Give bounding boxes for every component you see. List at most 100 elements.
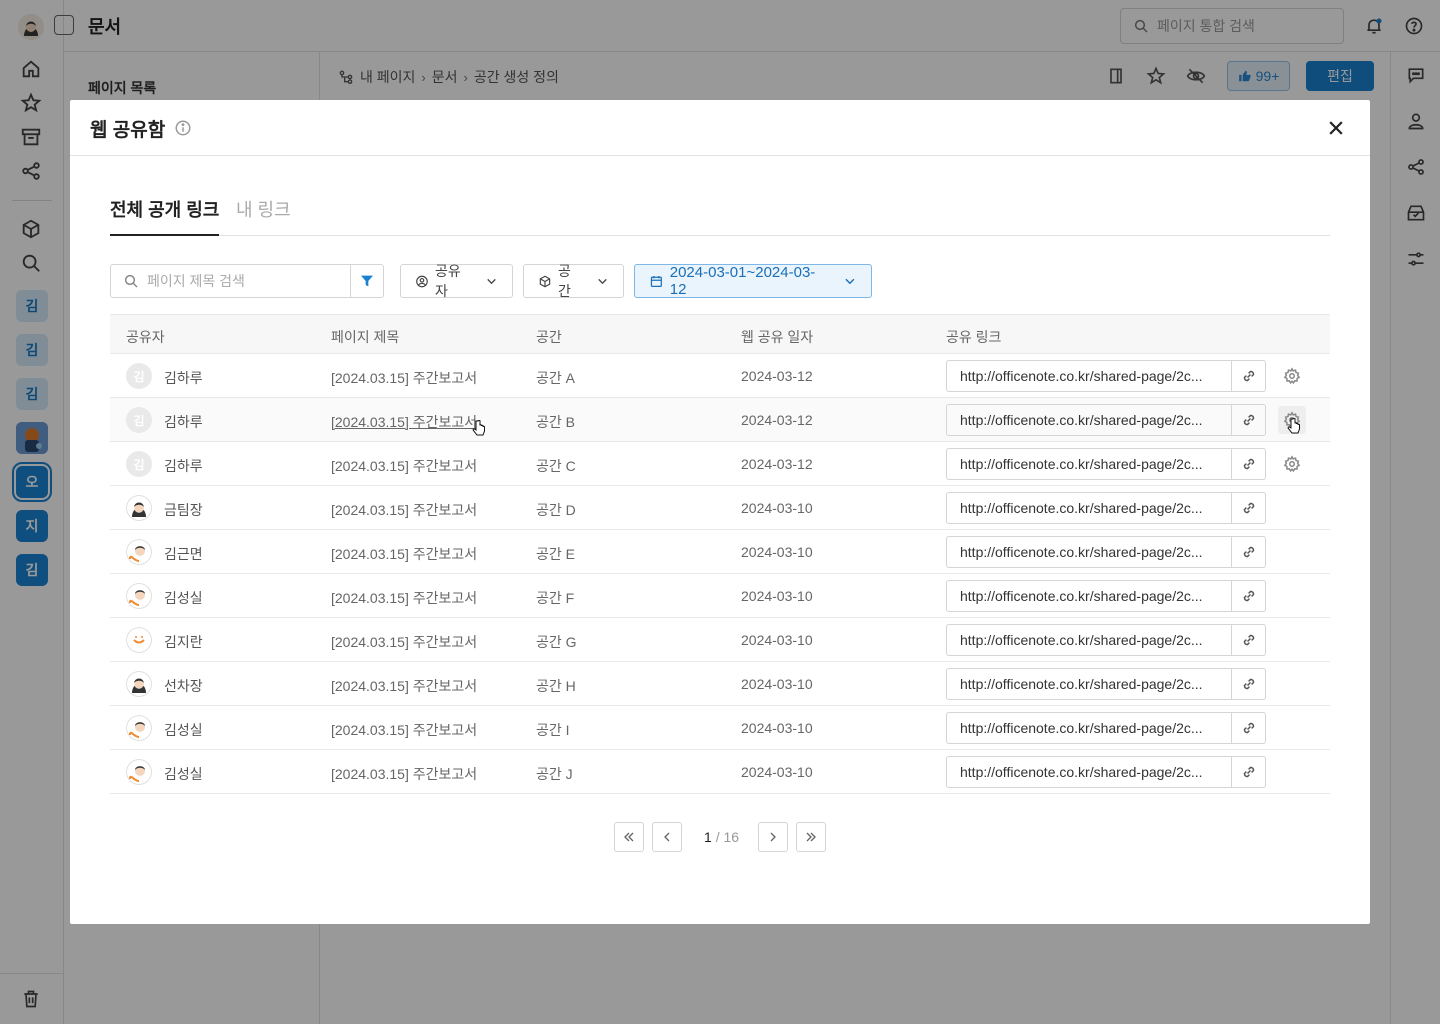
tab-bar: 전체 공개 링크 내 링크	[110, 196, 1330, 236]
copy-link-icon[interactable]	[1231, 449, 1265, 479]
share-link-field[interactable]: http://officenote.co.kr/shared-page/2c..…	[946, 756, 1266, 788]
share-link-field[interactable]: http://officenote.co.kr/shared-page/2c..…	[946, 404, 1266, 436]
space-name: 공간 I	[536, 722, 570, 738]
filter-bar: 페이지 제목 검색 공유자 공간 2024-03-01~2024-03-12	[110, 263, 1330, 299]
copy-link-icon[interactable]	[1231, 625, 1265, 655]
web-share-modal: 웹 공유함 전체 공개 링크 내 링크 페이지 제목 검색 공유자 공간 202…	[70, 100, 1370, 924]
user-circle-icon	[416, 275, 428, 287]
page-title-search-input[interactable]: 페이지 제목 검색	[110, 264, 384, 298]
share-link-field[interactable]: http://officenote.co.kr/shared-page/2c..…	[946, 536, 1266, 568]
tab-my-links[interactable]: 내 링크	[236, 196, 291, 236]
search-icon	[124, 274, 138, 288]
avatar	[126, 583, 152, 609]
share-link-field[interactable]: http://officenote.co.kr/shared-page/2c..…	[946, 580, 1266, 612]
calendar-icon	[650, 275, 662, 287]
box-icon	[539, 275, 551, 287]
settings-gear-icon[interactable]	[1283, 455, 1301, 473]
share-link-url[interactable]: http://officenote.co.kr/shared-page/2c..…	[947, 368, 1231, 384]
page-title-link[interactable]: [2024.03.15] 주간보고서	[331, 676, 477, 696]
copy-link-icon[interactable]	[1231, 405, 1265, 435]
table-row: 김성실 [2024.03.15] 주간보고서 공간 F 2024-03-10 h…	[110, 574, 1330, 618]
col-page-title: 페이지 제목	[331, 329, 400, 345]
table-row: 김성실 [2024.03.15] 주간보고서 공간 J 2024-03-10 h…	[110, 750, 1330, 794]
share-link-field[interactable]: http://officenote.co.kr/shared-page/2c..…	[946, 448, 1266, 480]
share-date: 2024-03-10	[741, 720, 813, 736]
share-date: 2024-03-10	[741, 676, 813, 692]
share-date: 2024-03-10	[741, 764, 813, 780]
share-date: 2024-03-10	[741, 632, 813, 648]
prev-page-button[interactable]	[652, 822, 682, 852]
share-date: 2024-03-10	[741, 544, 813, 560]
filter-icon[interactable]	[350, 265, 383, 297]
table-row: 김 김하루 [2024.03.15] 주간보고서 공간 C 2024-03-12…	[110, 442, 1330, 486]
space-name: 공간 A	[536, 370, 575, 386]
copy-link-icon[interactable]	[1231, 493, 1265, 523]
total-pages: / 16	[715, 829, 740, 845]
share-link-url[interactable]: http://officenote.co.kr/shared-page/2c..…	[947, 588, 1231, 604]
sharer-name: 김하루	[164, 370, 203, 386]
share-link-field[interactable]: http://officenote.co.kr/shared-page/2c..…	[946, 668, 1266, 700]
share-link-field[interactable]: http://officenote.co.kr/shared-page/2c..…	[946, 712, 1266, 744]
share-link-url[interactable]: http://officenote.co.kr/shared-page/2c..…	[947, 676, 1231, 692]
date-range-value: 2024-03-01~2024-03-12	[669, 264, 816, 298]
share-link-url[interactable]: http://officenote.co.kr/shared-page/2c..…	[947, 500, 1231, 516]
avatar	[126, 627, 152, 653]
first-page-button[interactable]	[614, 822, 644, 852]
share-link-url[interactable]: http://officenote.co.kr/shared-page/2c..…	[947, 720, 1231, 736]
info-icon[interactable]	[174, 119, 192, 137]
avatar: 김	[126, 363, 152, 389]
avatar	[126, 495, 152, 521]
page-title-link[interactable]: [2024.03.15] 주간보고서	[331, 456, 477, 476]
share-link-field[interactable]: http://officenote.co.kr/shared-page/2c..…	[946, 360, 1266, 392]
avatar	[126, 715, 152, 741]
table-row: 김 김하루 [2024.03.15] 주간보고서 공간 B 2024-03-12…	[110, 398, 1330, 442]
page-indicator: 1 / 16	[704, 829, 739, 845]
search-placeholder: 페이지 제목 검색	[147, 273, 245, 289]
space-name: 공간 F	[536, 590, 575, 606]
avatar	[126, 539, 152, 565]
col-sharer: 공유자	[126, 329, 165, 345]
sharer-name: 김지란	[164, 634, 203, 650]
space-dropdown[interactable]: 공간	[523, 263, 624, 299]
space-name: 공간 G	[536, 634, 577, 650]
share-link-url[interactable]: http://officenote.co.kr/shared-page/2c..…	[947, 764, 1231, 780]
page-title-link[interactable]: [2024.03.15] 주간보고서	[331, 544, 477, 564]
page-title-link[interactable]: [2024.03.15] 주간보고서	[331, 632, 477, 652]
copy-link-icon[interactable]	[1231, 713, 1265, 743]
page-title-link[interactable]: [2024.03.15] 주간보고서	[331, 720, 477, 740]
copy-link-icon[interactable]	[1231, 537, 1265, 567]
table-row: 선차장 [2024.03.15] 주간보고서 공간 H 2024-03-10 h…	[110, 662, 1330, 706]
share-link-field[interactable]: http://officenote.co.kr/shared-page/2c..…	[946, 624, 1266, 656]
tab-all-public-links[interactable]: 전체 공개 링크	[110, 196, 220, 236]
sharer-dropdown[interactable]: 공유자	[400, 263, 513, 299]
share-link-url[interactable]: http://officenote.co.kr/shared-page/2c..…	[947, 544, 1231, 560]
page-title-link[interactable]: [2024.03.15] 주간보고서	[331, 368, 477, 388]
page-title-link[interactable]: [2024.03.15] 주간보고서	[331, 500, 477, 520]
share-link-url[interactable]: http://officenote.co.kr/shared-page/2c..…	[947, 456, 1231, 472]
close-icon[interactable]	[1326, 118, 1346, 138]
sharer-name: 선차장	[164, 678, 203, 694]
settings-gear-icon[interactable]	[1283, 367, 1301, 385]
copy-link-icon[interactable]	[1231, 669, 1265, 699]
chevron-down-icon	[487, 278, 496, 285]
chevron-down-icon	[598, 278, 607, 285]
page-title-link[interactable]: [2024.03.15] 주간보고서	[331, 764, 477, 784]
share-date: 2024-03-12	[741, 456, 813, 472]
copy-link-icon[interactable]	[1231, 757, 1265, 787]
date-range-dropdown[interactable]: 2024-03-01~2024-03-12	[634, 264, 872, 298]
table-row: 김지란 [2024.03.15] 주간보고서 공간 G 2024-03-10 h…	[110, 618, 1330, 662]
table-row: 김근면 [2024.03.15] 주간보고서 공간 E 2024-03-10 h…	[110, 530, 1330, 574]
share-link-url[interactable]: http://officenote.co.kr/shared-page/2c..…	[947, 412, 1231, 428]
share-link-url[interactable]: http://officenote.co.kr/shared-page/2c..…	[947, 632, 1231, 648]
sharer-name: 김하루	[164, 458, 203, 474]
share-link-field[interactable]: http://officenote.co.kr/shared-page/2c..…	[946, 492, 1266, 524]
copy-link-icon[interactable]	[1231, 361, 1265, 391]
next-page-button[interactable]	[758, 822, 788, 852]
chevron-down-icon	[845, 278, 855, 285]
hand-cursor-icon	[1287, 418, 1301, 436]
page-title-link[interactable]: [2024.03.15] 주간보고서	[331, 412, 477, 432]
avatar	[126, 759, 152, 785]
last-page-button[interactable]	[796, 822, 826, 852]
copy-link-icon[interactable]	[1231, 581, 1265, 611]
page-title-link[interactable]: [2024.03.15] 주간보고서	[331, 588, 477, 608]
